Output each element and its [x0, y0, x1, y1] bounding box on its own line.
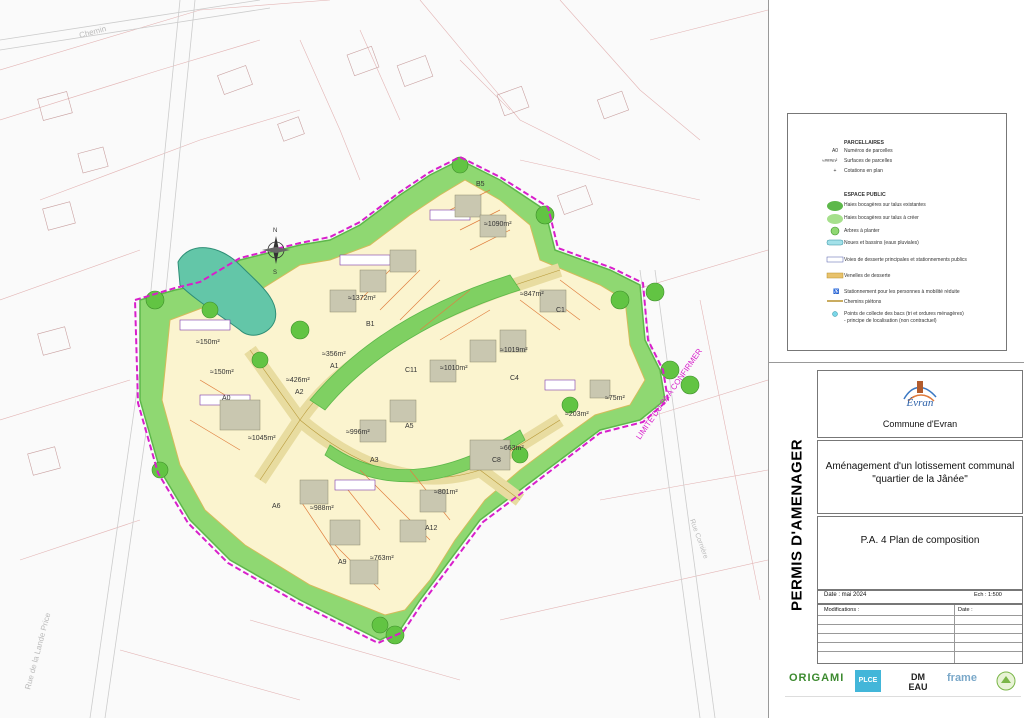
lot-id-a9: A9 — [338, 559, 347, 566]
lot-id-a0: A0 — [222, 395, 231, 402]
legend-item-7: Stationnement pour les personnes à mobil… — [844, 289, 960, 295]
legend-heading-espace-public: ESPACE PUBLIC — [844, 192, 886, 198]
modifications-table: Modifications : Date : — [817, 604, 1023, 664]
lot-label-c11: ≈1010m² — [440, 365, 468, 372]
legend-cot-label: Cotations en plan — [844, 168, 883, 174]
lot-id-c8: C8 — [492, 457, 501, 464]
origami-logo: ORIGAMI — [789, 672, 845, 684]
frame-logo: frame — [947, 672, 977, 684]
modifications-date-label: Date : — [958, 607, 973, 613]
panel-divider — [769, 362, 1024, 363]
modifications-label: Modifications : — [824, 607, 860, 613]
side-panel: PARCELLAIRES A0 Numéros de parcelles ≈##… — [768, 0, 1024, 718]
legend-item-4: Noues et bassins (eaux pluviales) — [844, 240, 919, 246]
legend-item-6: Venelles de desserte — [844, 273, 891, 279]
table-line — [818, 624, 1022, 625]
lot-id-a12: A12 — [425, 525, 438, 532]
lot-id-c11: C11 — [405, 367, 417, 374]
commune-box: Évran Commune d'Evran — [817, 370, 1023, 438]
date-text: Date : mai 2024 — [824, 592, 867, 598]
table-line — [818, 615, 1022, 616]
legend-item-5: Voies de desserte principales et station… — [844, 257, 967, 263]
legend-heading-parcellaires: PARCELLAIRES — [844, 140, 884, 146]
legend-hedge-existing-icon — [827, 201, 843, 211]
table-line — [818, 651, 1022, 652]
legend-item-9: Points de collecte des bacs (tri et ordu… — [844, 311, 964, 317]
legend-road-icon — [826, 256, 844, 263]
lot-id-a2: A2 — [295, 389, 304, 396]
lot-id-b5: B5 — [476, 181, 485, 188]
table-line — [818, 633, 1022, 634]
legend-bin-icon — [832, 311, 838, 317]
legend-item-2: Haies bocagères sur talus à créer — [844, 215, 919, 221]
legend-item-10: - principe de localisation (non contract… — [844, 318, 937, 324]
table-col-divider — [954, 605, 955, 663]
plan-title: P.A. 4 Plan de composition — [860, 535, 980, 546]
lot-id-a6: A6 — [272, 503, 281, 510]
dmeau-logo: DM EAU — [908, 672, 928, 692]
vertical-title: PERMIS D'AMENAGER — [777, 400, 817, 650]
vertical-title-text: PERMIS D'AMENAGER — [788, 438, 806, 612]
lot-id-a5: A5 — [405, 423, 414, 430]
lot-label-a0: ≈1045m² — [248, 435, 276, 442]
legend-cot-symbol: + — [833, 168, 837, 174]
legend-hedge-new-icon — [827, 214, 843, 224]
table-line — [818, 642, 1022, 643]
south-label: S — [273, 270, 277, 276]
lot-id-c1: C1 — [556, 307, 565, 314]
plce-logo: PLCE — [855, 670, 881, 692]
legend-swale-icon — [826, 239, 844, 246]
lot-label-c7: ≈75m² — [605, 395, 625, 402]
lot-label-a4: ≈150m² — [196, 339, 220, 346]
north-label: N — [273, 228, 277, 234]
commune-name: Commune d'Evran — [882, 419, 958, 429]
lot-label-c10: ≈203m² — [565, 411, 589, 418]
project-title-line1: Aménagement d'un lotissement communal — [825, 461, 1015, 472]
partner-logos: ORIGAMI PLCE DM EAU frame — [785, 668, 1021, 714]
lot-label-a6: ≈988m² — [310, 505, 334, 512]
legend: PARCELLAIRES A0 Numéros de parcelles ≈##… — [787, 113, 1007, 351]
lot-label-a2: ≈426m² — [286, 377, 310, 384]
lot-id-b1: B1 — [366, 321, 375, 328]
evran-logo-text: Évran — [906, 397, 934, 409]
scale-text: Ech : 1:500 — [974, 592, 1002, 598]
lot-id-a3: A3 — [370, 457, 379, 464]
lot-label-a1: ≈356m² — [322, 351, 346, 358]
legend-item-8: Chemins piétons — [844, 299, 882, 305]
lot-label-a3: ≈996m² — [346, 429, 370, 436]
project-title-line2: "quartier de la Jânée" — [872, 474, 968, 485]
lot-label-a7: ≈150m² — [210, 369, 234, 376]
legend-tree-icon — [830, 226, 840, 236]
page: Chemin Rue de la Lande Price Rue Cornièr… — [0, 0, 1024, 718]
plan-box: P.A. 4 Plan de composition — [817, 516, 1023, 590]
logos-footer — [785, 696, 1021, 711]
legend-surf-symbol: ≈###m² — [822, 158, 838, 163]
site-plan-map: Chemin Rue de la Lande Price Rue Cornièr… — [0, 0, 768, 718]
partner-seal-icon — [996, 671, 1016, 691]
legend-pmr-icon: ♿ — [833, 288, 839, 295]
legend-num-symbol: A0 — [831, 148, 839, 154]
legend-num-label: Numéros de parcelles — [844, 148, 893, 154]
lot-id-c4: C4 — [510, 375, 519, 382]
lot-label-b1: ≈1372m² — [348, 295, 376, 302]
lot-id-a1: A1 — [330, 363, 339, 370]
project-box: Aménagement d'un lotissement communal "q… — [817, 440, 1023, 514]
lot-label-c4: ≈1019m² — [500, 347, 528, 354]
legend-surf-label: Surfaces de parcelles — [844, 158, 893, 164]
lot-label-b5: ≈1090m² — [484, 221, 512, 228]
lot-label-a12: ≈801m² — [434, 489, 458, 496]
lot-label-c8: ≈663m² — [500, 445, 524, 452]
lot-label-c1: ≈847m² — [520, 291, 544, 298]
legend-symbols: ♿ — [826, 201, 844, 317]
legend-item-1: Haies bocagères sur talus existantes — [844, 202, 926, 208]
legend-alley-icon — [826, 272, 844, 279]
lot-label-a9: ≈763m² — [370, 555, 394, 562]
date-row: Date : mai 2024 Ech : 1:500 — [817, 590, 1023, 604]
legend-item-3: Arbres à planter — [844, 228, 880, 234]
